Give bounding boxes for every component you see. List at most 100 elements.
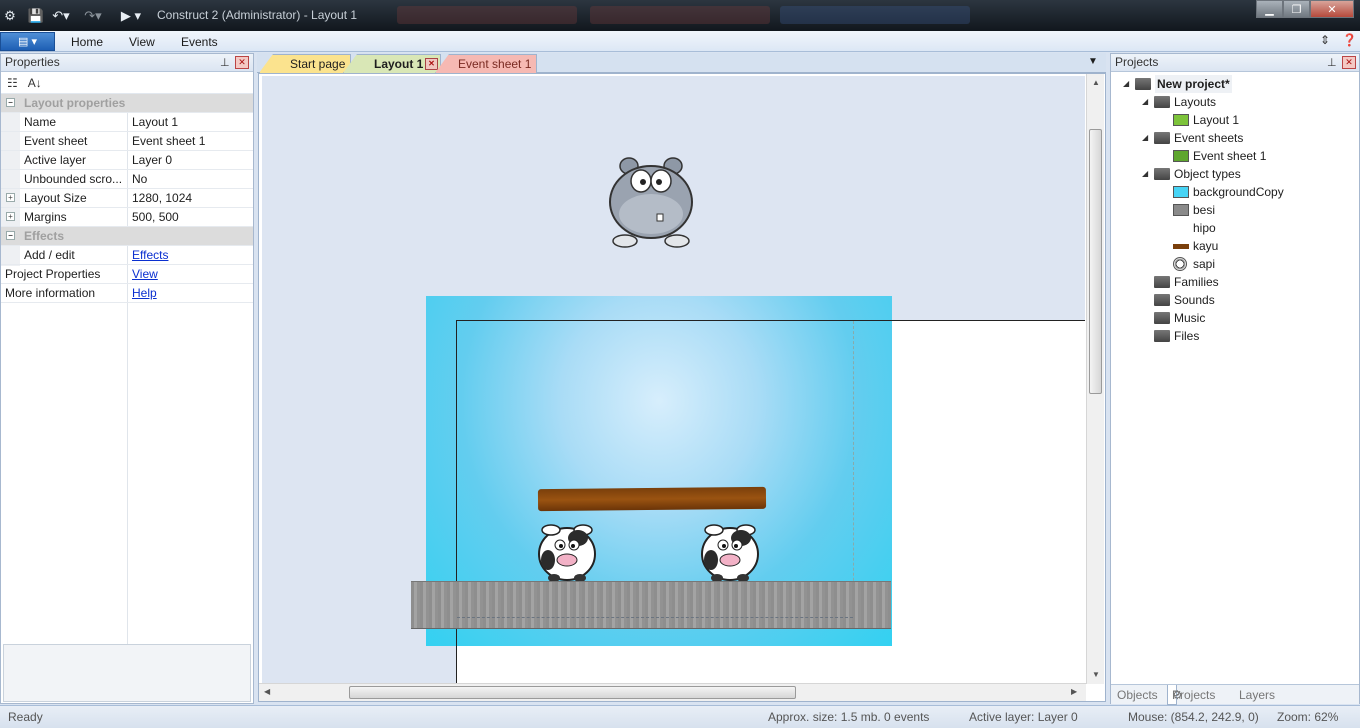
tab-layers[interactable]: Layers bbox=[1239, 688, 1275, 702]
tab-projects[interactable]: ⚙ Projects bbox=[1167, 685, 1215, 705]
scroll-left-icon[interactable]: ◀ bbox=[264, 687, 270, 696]
scroll-right-icon[interactable]: ▶ bbox=[1071, 687, 1077, 696]
property-link[interactable]: Effects bbox=[132, 246, 168, 264]
tree-node[interactable]: ◢ Layouts bbox=[1111, 93, 1351, 111]
save-icon[interactable]: 💾 bbox=[28, 7, 44, 25]
tree-node[interactable]: Event sheet 1 bbox=[1111, 147, 1351, 165]
undo-icon[interactable]: ↶▾ bbox=[50, 7, 72, 25]
close-button[interactable]: ✕ bbox=[1310, 0, 1354, 18]
collapse-icon[interactable]: − bbox=[6, 98, 15, 107]
property-key: Unbounded scro... bbox=[24, 172, 123, 186]
horizontal-scrollbar[interactable]: ◀ ▶ bbox=[259, 683, 1086, 701]
hipo-sprite[interactable] bbox=[607, 154, 695, 248]
property-row[interactable]: Add / edit Effects bbox=[1, 246, 253, 265]
tree-node[interactable]: ◢ Object types bbox=[1111, 165, 1351, 183]
property-row[interactable]: Name Layout 1 bbox=[1, 113, 253, 132]
property-row[interactable]: More information Help bbox=[1, 284, 253, 303]
vertical-scroll-thumb[interactable] bbox=[1089, 129, 1102, 394]
tree-expander-icon[interactable]: ◢ bbox=[1142, 93, 1148, 111]
vertical-scrollbar[interactable]: ▲ ▼ bbox=[1086, 74, 1104, 684]
maximize-button[interactable]: ❐ bbox=[1283, 0, 1310, 18]
property-key: Event sheet bbox=[24, 134, 88, 148]
property-row[interactable]: Project Properties View bbox=[1, 265, 253, 284]
tree-node[interactable]: Music bbox=[1111, 309, 1351, 327]
tree-node[interactable]: Families bbox=[1111, 273, 1351, 291]
status-ready: Ready bbox=[8, 710, 43, 724]
window-title: Construct 2 (Administrator) - Layout 1 bbox=[157, 8, 358, 22]
layout-canvas[interactable] bbox=[262, 76, 1085, 683]
property-value[interactable]: Event sheet 1 bbox=[132, 132, 205, 150]
run-layout-icon[interactable]: ▶ ▾ bbox=[114, 7, 148, 25]
sapi-sprite[interactable] bbox=[536, 520, 598, 582]
tree-node[interactable]: Sounds bbox=[1111, 291, 1351, 309]
property-value[interactable]: 500, 500 bbox=[132, 208, 179, 226]
property-row[interactable]: + Layout Size 1280, 1024 bbox=[1, 189, 253, 208]
expand-icon[interactable]: + bbox=[6, 212, 15, 221]
property-value[interactable]: Layout 1 bbox=[132, 113, 178, 131]
ribbon: ▤ ▾ Home View Events ⇕ ❓ bbox=[0, 31, 1360, 52]
tab-event-sheet-1[interactable]: Event sheet 1 bbox=[435, 54, 537, 73]
sapi-sprite[interactable] bbox=[699, 520, 761, 582]
property-link[interactable]: View bbox=[132, 265, 158, 283]
ribbon-tab-events[interactable]: Events bbox=[181, 35, 218, 49]
tree-node[interactable]: kayu bbox=[1111, 237, 1351, 255]
property-row[interactable]: Unbounded scro... No bbox=[1, 170, 253, 189]
category-label: Layout properties bbox=[24, 96, 126, 110]
property-key: Project Properties bbox=[5, 267, 101, 281]
object-swatch-icon bbox=[1173, 186, 1189, 198]
tree-node[interactable]: ◢ Event sheets bbox=[1111, 129, 1351, 147]
tab-layout-1[interactable]: Layout 1 ✕ bbox=[343, 54, 441, 73]
tree-node[interactable]: hipo bbox=[1111, 219, 1351, 237]
redo-icon[interactable]: ↷▾ bbox=[82, 7, 104, 25]
categorized-icon[interactable]: ☷ bbox=[7, 76, 18, 90]
horizontal-scroll-thumb[interactable] bbox=[349, 686, 796, 699]
expand-icon[interactable]: + bbox=[6, 193, 15, 202]
property-value[interactable]: Layer 0 bbox=[132, 151, 172, 169]
minimize-button[interactable]: ▁ bbox=[1256, 0, 1283, 18]
ribbon-collapse-icon[interactable]: ⇕ bbox=[1320, 33, 1330, 47]
tree-expander-icon[interactable]: ◢ bbox=[1142, 165, 1148, 183]
tree-node[interactable]: Layout 1 bbox=[1111, 111, 1351, 129]
collapse-icon[interactable]: − bbox=[6, 231, 15, 240]
app-menu-button[interactable]: ▤ ▾ bbox=[0, 32, 55, 51]
sort-alpha-icon[interactable]: A↓ bbox=[28, 76, 42, 90]
ribbon-tab-home[interactable]: Home bbox=[71, 35, 103, 49]
close-panel-icon[interactable]: ✕ bbox=[235, 56, 249, 69]
pin-icon[interactable]: ⊥ bbox=[220, 55, 230, 72]
tab-start-page[interactable]: Start page bbox=[259, 54, 351, 73]
property-value[interactable]: 1280, 1024 bbox=[132, 189, 192, 207]
tree-node[interactable]: sapi bbox=[1111, 255, 1351, 273]
tree-node[interactable]: ◢ New project* bbox=[1111, 75, 1351, 93]
besi-sprite[interactable] bbox=[411, 581, 891, 629]
ribbon-tab-view[interactable]: View bbox=[129, 35, 155, 49]
property-row[interactable]: + Margins 500, 500 bbox=[1, 208, 253, 227]
tree-node-label: Music bbox=[1174, 311, 1206, 325]
property-category[interactable]: − Layout properties bbox=[1, 94, 253, 113]
close-tab-icon[interactable]: ✕ bbox=[425, 58, 438, 70]
property-row[interactable]: Active layer Layer 0 bbox=[1, 151, 253, 170]
tree-node-label: Layouts bbox=[1174, 95, 1217, 109]
kayu-sprite[interactable] bbox=[537, 486, 767, 512]
layout-view[interactable]: ▲ ▼ ◀ ▶ bbox=[258, 73, 1106, 702]
property-link[interactable]: Help bbox=[132, 284, 157, 302]
tabs-dropdown-icon[interactable]: ▼ bbox=[1088, 56, 1098, 67]
projects-panel: Projects ⊥ ✕ ◢ New project* ◢ Layouts Layout… bbox=[1110, 53, 1360, 705]
scroll-down-icon[interactable]: ▼ bbox=[1092, 670, 1100, 679]
close-panel-icon[interactable]: ✕ bbox=[1342, 56, 1356, 69]
construct-logo-icon[interactable]: ⚙ bbox=[2, 7, 18, 25]
property-value[interactable]: No bbox=[132, 170, 147, 188]
pin-icon[interactable]: ⊥ bbox=[1327, 55, 1337, 72]
scroll-up-icon[interactable]: ▲ bbox=[1092, 78, 1100, 87]
tree-node[interactable]: Files bbox=[1111, 327, 1351, 345]
property-description-box bbox=[3, 644, 251, 702]
tree-node[interactable]: besi bbox=[1111, 201, 1351, 219]
help-icon[interactable]: ❓ bbox=[1342, 33, 1357, 47]
property-row[interactable]: Event sheet Event sheet 1 bbox=[1, 132, 253, 151]
tree-node[interactable]: backgroundCopy bbox=[1111, 183, 1351, 201]
property-category[interactable]: − Effects bbox=[1, 227, 253, 246]
tree-expander-icon[interactable]: ◢ bbox=[1142, 129, 1148, 147]
folder-icon bbox=[1154, 132, 1170, 144]
tree-expander-icon[interactable]: ◢ bbox=[1123, 75, 1129, 93]
projects-title: Projects bbox=[1115, 55, 1159, 69]
tab-objects[interactable]: Objects bbox=[1117, 688, 1158, 702]
